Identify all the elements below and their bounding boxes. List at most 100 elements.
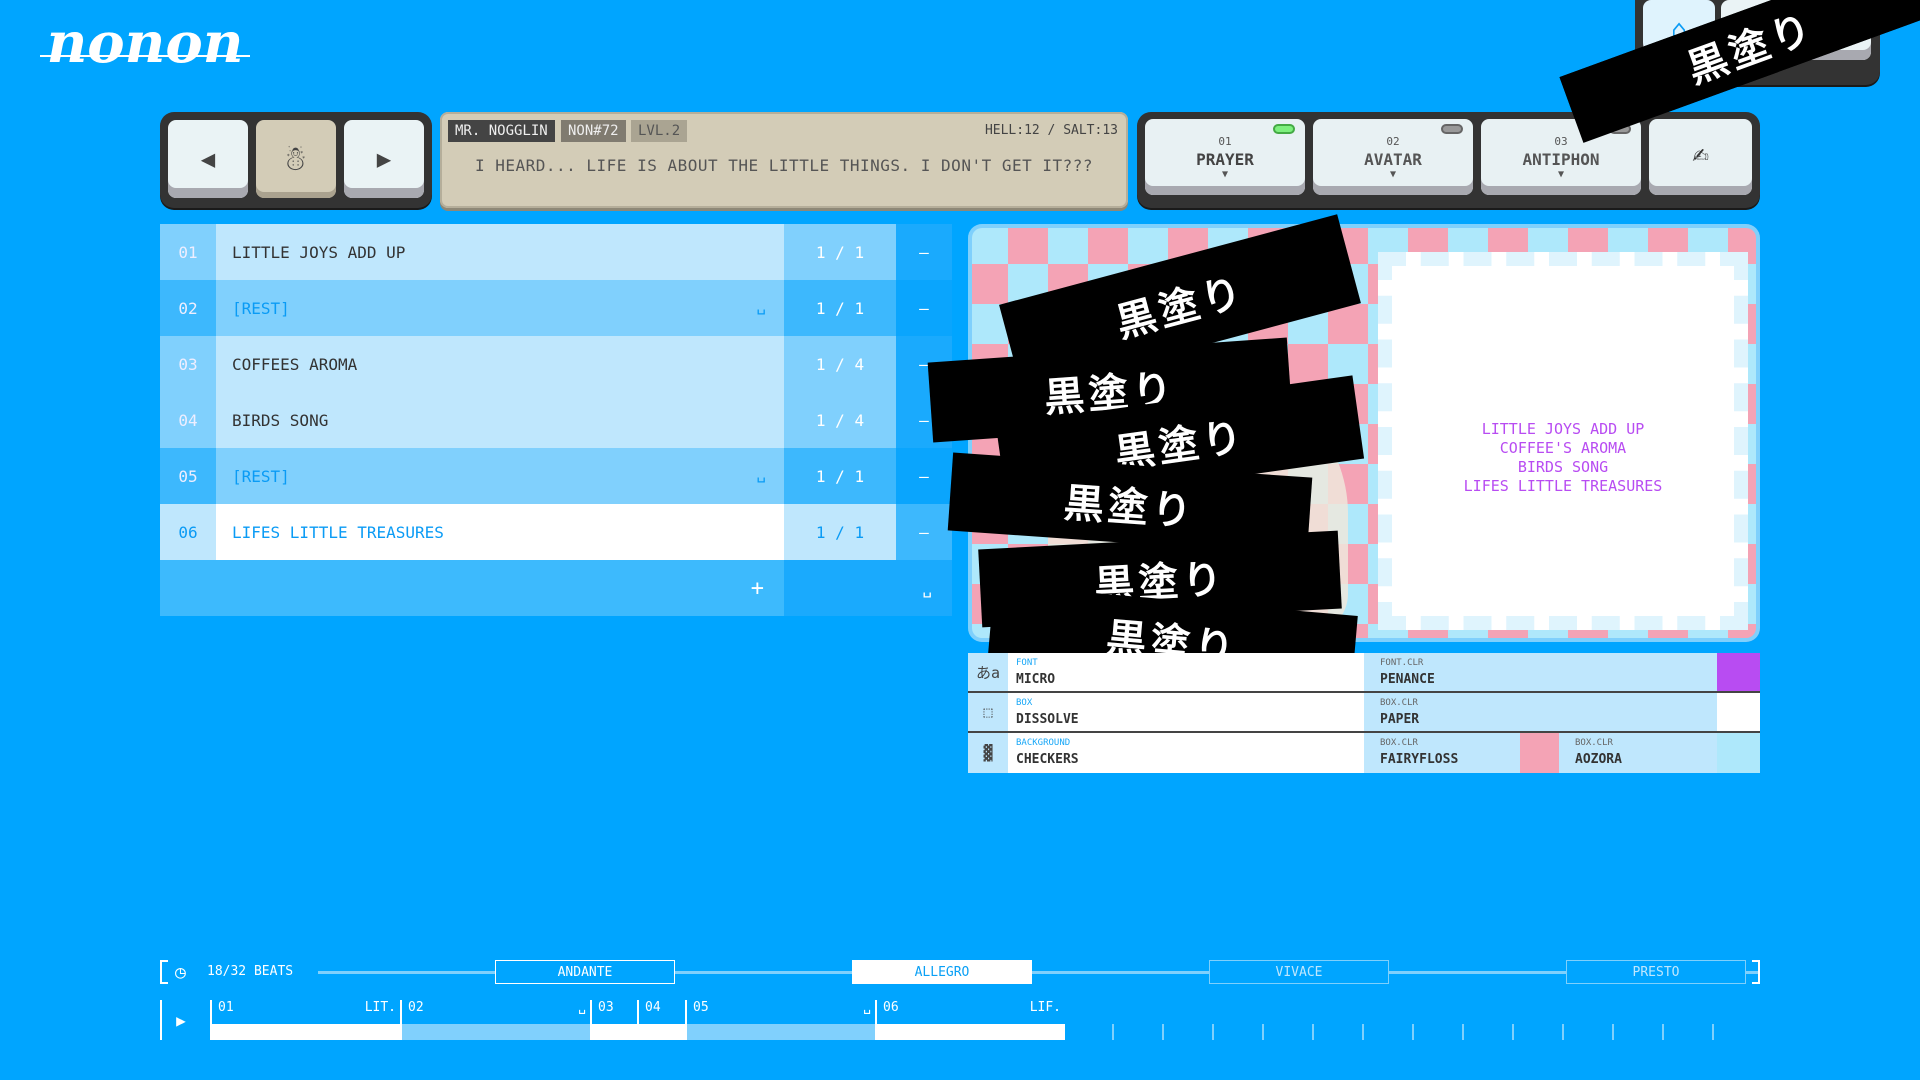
tempo-presto[interactable]: PRESTO — [1566, 960, 1746, 984]
empty-beat-tick — [1712, 1024, 1714, 1040]
row-number: 04 — [160, 392, 216, 448]
space-icon: ␣ — [756, 296, 766, 315]
empty-beat-tick — [1362, 1024, 1364, 1040]
color-value: AOZORA — [1575, 752, 1622, 767]
empty-beat-tick — [1212, 1024, 1214, 1040]
tab-label: AVATAR — [1364, 150, 1422, 169]
playlist-row[interactable]: 01 LITTLE JOYS ADD UP 1 / 1 — — [160, 224, 952, 280]
tempo-vivace[interactable]: VIVACE — [1209, 960, 1389, 984]
playlist-row[interactable]: 02 [REST] ␣ 1 / 1 — — [160, 280, 952, 336]
timeline-segment-label: 04 — [637, 1000, 685, 1040]
play-icon: ▶ — [176, 1010, 186, 1030]
remove-row-button[interactable]: — — [896, 280, 952, 336]
chevron-down-icon: ▼ — [1389, 169, 1397, 180]
character-level: LVL.2 — [631, 120, 688, 142]
avatar[interactable]: ☃ — [256, 120, 336, 198]
tempo-allegro[interactable]: ALLEGRO — [852, 960, 1032, 984]
row-title[interactable]: [REST] ␣ — [216, 448, 784, 504]
tab-label: ANTIPHON — [1522, 150, 1600, 169]
tab-number: 03 — [1554, 135, 1568, 148]
setting-font[interactable]: あa FONT MICRO FONT.CLR PENANCE — [968, 653, 1760, 693]
row-count[interactable]: 1 / 1 — [784, 504, 896, 560]
play-button[interactable]: ▶ — [160, 1000, 200, 1040]
row-number: 03 — [160, 336, 216, 392]
setting-label: BACKGROUND — [1016, 738, 1071, 748]
color-font-clr[interactable]: FONT.CLR PENANCE — [1364, 653, 1717, 691]
row-count[interactable]: 1 / 1 — [784, 280, 896, 336]
svg-text:nonon: nonon — [47, 12, 244, 76]
empty-beat-tick — [1662, 1024, 1664, 1040]
empty-beat-tick — [1462, 1024, 1464, 1040]
remove-row-button[interactable]: — — [896, 224, 952, 280]
add-verse-button[interactable]: + — [160, 560, 784, 616]
row-count[interactable]: 1 / 4 — [784, 392, 896, 448]
status-led — [1273, 124, 1295, 134]
setting-box[interactable]: ⬚ BOX DISSOLVE BOX.CLR PAPER — [968, 693, 1760, 733]
setting-background[interactable]: ▓ BACKGROUND CHECKERS BOX.CLR FAIRYFLOSS … — [968, 733, 1760, 773]
playlist-row[interactable]: 03 COFFEES AROMA 1 / 4 — — [160, 336, 952, 392]
message-panel: MR. NOGGLIN NON#72 LVL.2 HELL:12 / SALT:… — [440, 112, 1128, 208]
character-nav: ◀ ☃ ▶ — [160, 112, 432, 208]
empty-beat-tick — [1412, 1024, 1414, 1040]
prev-button[interactable]: ◀ — [168, 120, 248, 198]
bracket-left — [160, 960, 168, 984]
color-swatch[interactable] — [1717, 693, 1760, 731]
setting-label: FONT — [1016, 658, 1038, 668]
setting-value: MICRO — [1016, 672, 1056, 687]
remove-row-button[interactable]: — — [896, 448, 952, 504]
row-number: 05 — [160, 448, 216, 504]
color-swatch[interactable] — [1717, 653, 1760, 691]
remove-row-button[interactable]: — — [896, 504, 952, 560]
triangle-left-icon: ◀ — [200, 145, 216, 173]
empty-beat-tick — [1612, 1024, 1614, 1040]
playlist-row[interactable]: 06 LIFES LITTLE TREASURES 1 / 1 — — [160, 504, 952, 560]
color-box-clr[interactable]: BOX.CLR PAPER — [1364, 693, 1717, 731]
row-number: 02 — [160, 280, 216, 336]
scroll-button[interactable]: ✍ — [1649, 119, 1752, 195]
character-icon: ☃ — [285, 139, 307, 179]
row-title[interactable]: [REST] ␣ — [216, 280, 784, 336]
setting-value: DISSOLVE — [1016, 712, 1079, 727]
tab-number: 01 — [1218, 135, 1232, 148]
color-swatch[interactable] — [1520, 733, 1559, 773]
empty-beat-tick — [1512, 1024, 1514, 1040]
row-title[interactable]: LITTLE JOYS ADD UP — [216, 224, 784, 280]
row-count[interactable]: 1 / 1 — [784, 224, 896, 280]
chevron-down-icon: ▼ — [1221, 169, 1229, 180]
tab-number: 02 — [1386, 135, 1400, 148]
tab-prayer[interactable]: 01 PRAYER ▼ — [1145, 119, 1305, 195]
playlist-row[interactable]: 05 [REST] ␣ 1 / 1 — — [160, 448, 952, 504]
color-swatch[interactable] — [1717, 733, 1760, 773]
bracket-right — [1752, 960, 1760, 984]
row-title[interactable]: COFFEES AROMA — [216, 336, 784, 392]
nonon-logo: nonon — [40, 12, 250, 76]
next-button[interactable]: ▶ — [344, 120, 424, 198]
character-name: MR. NOGGLIN — [448, 120, 555, 142]
character-message: I HEARD... LIFE IS ABOUT THE LITTLE THIN… — [474, 156, 1094, 175]
empty-beat-tick — [1562, 1024, 1564, 1040]
character-stats: HELL:12 / SALT:13 — [984, 123, 1118, 138]
setting-value: CHECKERS — [1016, 752, 1079, 767]
color-aozora[interactable]: BOX.CLR AOZORA — [1559, 733, 1717, 773]
checker-icon: ▓ — [968, 733, 1008, 773]
status-led — [1441, 124, 1463, 134]
tab-avatar[interactable]: 02 AVATAR ▼ — [1313, 119, 1473, 195]
color-fairyfloss[interactable]: BOX.CLR FAIRYFLOSS — [1364, 733, 1520, 773]
color-value: PAPER — [1380, 712, 1420, 727]
chevron-down-icon: ▼ — [1557, 169, 1565, 180]
row-number: 06 — [160, 504, 216, 560]
tempo-andante[interactable]: ANDANTE — [495, 960, 675, 984]
row-count[interactable]: 1 / 1 — [784, 448, 896, 504]
lyrics-card: LITTLE JOYS ADD UP COFFEE'S AROMA BIRDS SO… — [1378, 252, 1748, 630]
color-label: BOX.CLR — [1380, 738, 1418, 748]
setting-label: BOX — [1016, 698, 1033, 708]
color-label: FONT.CLR — [1380, 658, 1424, 668]
color-label: BOX.CLR — [1380, 698, 1418, 708]
row-count[interactable]: 1 / 4 — [784, 336, 896, 392]
empty-beat-tick — [1312, 1024, 1314, 1040]
dashed-box-icon: ⬚ — [968, 693, 1008, 731]
add-rest-button[interactable]: ␣ — [784, 560, 952, 616]
row-title[interactable]: LIFES LITTLE TREASURES — [216, 504, 784, 560]
playlist-row[interactable]: 04 BIRDS SONG 1 / 4 — — [160, 392, 952, 448]
row-title[interactable]: BIRDS SONG — [216, 392, 784, 448]
